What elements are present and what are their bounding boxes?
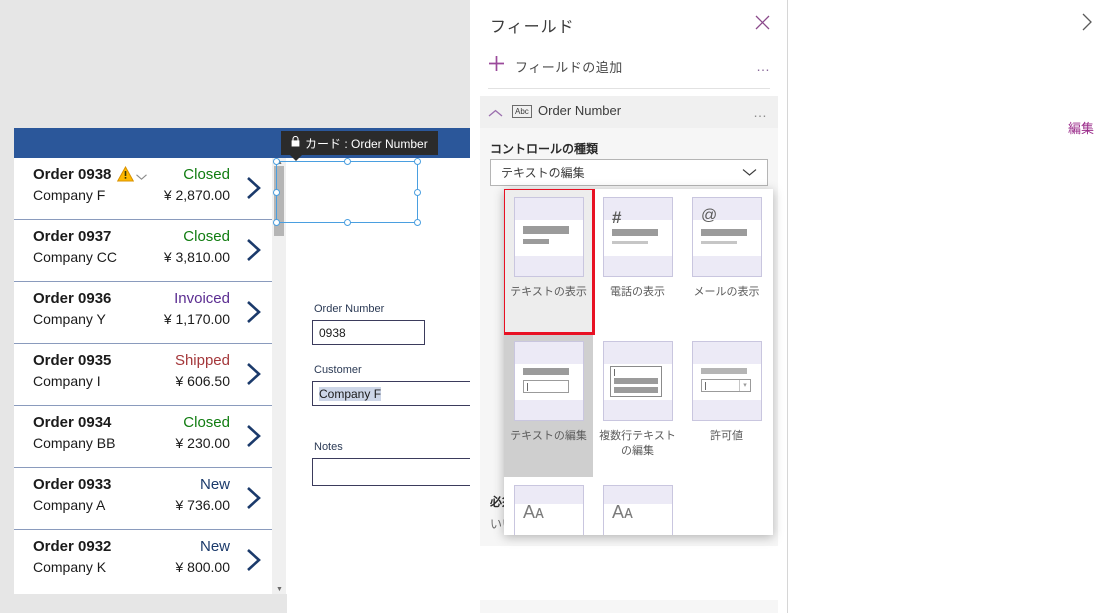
order-row[interactable]: Order 0938 Company F Closed ¥ 2,870.00 (14, 158, 272, 220)
option-thumbnail: Aᴀ (514, 485, 584, 535)
abc-icon: Abc (512, 105, 532, 118)
order-row[interactable]: Order 0933 Company A New ¥ 736.00 (14, 468, 272, 530)
option-label: テキストの編集 (510, 430, 587, 442)
order-amount: ¥ 2,870.00 (163, 187, 230, 203)
resize-handle-se[interactable] (414, 219, 421, 226)
scroll-down-icon[interactable]: ▼ (276, 586, 283, 593)
chevron-right-icon[interactable] (244, 299, 264, 325)
orders-gallery[interactable]: Order 0938 Company F Closed ¥ 2,870.00 Order… (14, 158, 272, 594)
control-option-text-edit[interactable]: テキストの編集 (504, 333, 593, 477)
form-label-order-number: Order Number (314, 303, 385, 315)
fields-panel-divider (488, 88, 770, 89)
option-thumbnail: Aᴀ (603, 485, 673, 535)
selection-frame[interactable] (273, 158, 421, 226)
order-row[interactable]: Order 0934 Company BB Closed ¥ 230.00 (14, 406, 272, 468)
chevron-right-icon[interactable] (244, 175, 264, 201)
edit-form[interactable]: Order Number 0938 Order S Closed Custome… (287, 286, 606, 613)
warning-icon (116, 165, 135, 187)
field-edit-link[interactable]: 編集 (1068, 118, 1094, 137)
form-value-customer: Company F (319, 387, 382, 401)
order-amount: ¥ 3,810.00 (163, 249, 230, 265)
order-status: Closed (183, 166, 230, 183)
order-row[interactable]: Order 0937 Company CC Closed ¥ 3,810.00 (14, 220, 272, 282)
control-option-combo-box[interactable]: ▾ 許可値 (682, 333, 771, 477)
order-amount: ¥ 1,170.00 (163, 311, 230, 327)
option-thumbnail: ▾ (692, 341, 762, 421)
order-status: New (199, 538, 230, 555)
option-thumbnail: @ (692, 197, 762, 277)
fields-panel-title: フィールド (490, 19, 575, 36)
order-row[interactable]: Order 0932 Company K New ¥ 800.00 (14, 530, 272, 592)
control-option-partial-0[interactable]: Aᴀ (504, 477, 593, 535)
order-status: Closed (183, 414, 230, 431)
control-option-multiline-edit[interactable]: 複数行テキストの編集 (593, 333, 682, 477)
field-card-name: Order Number (538, 103, 622, 118)
resize-handle-n[interactable] (344, 158, 351, 165)
form-label-customer: Customer (314, 364, 362, 376)
option-thumbnail (514, 197, 584, 277)
chevron-right-icon[interactable] (244, 423, 264, 449)
chevron-up-icon[interactable] (488, 105, 503, 123)
control-option-text-display[interactable]: テキストの表示 (504, 189, 595, 335)
order-status: Shipped (174, 352, 230, 369)
order-warning[interactable] (116, 165, 148, 187)
resize-handle-s[interactable] (344, 219, 351, 226)
option-thumbnail (603, 341, 673, 421)
card-tooltip-label: カード : Order Number (305, 136, 428, 151)
add-field-label: フィールドの追加 (515, 59, 623, 75)
canvas-area: d Or Order 0938Company FClosed¥ 2,870.00… (0, 0, 606, 613)
field-card-next[interactable] (480, 600, 778, 613)
form-label-notes: Notes (314, 441, 343, 453)
resize-handle-nw[interactable] (273, 158, 280, 165)
order-amount: ¥ 800.00 (175, 559, 231, 575)
properties-panel: カード Order Number_DataCard1 プロパティ 詳細設定 アイ… (788, 0, 1108, 613)
control-option-partial-1[interactable]: Aᴀ (593, 477, 682, 535)
lock-icon (291, 135, 300, 150)
option-label: 複数行テキストの編集 (599, 430, 676, 457)
control-type-dropdown-popup[interactable]: テキストの表示 # 電話の表示 @ メールの表示テキストの編集 複数行テキストの編集 ▾ 許可… (504, 189, 773, 535)
add-field-more-icon[interactable]: … (756, 58, 771, 74)
order-status: Invoiced (174, 290, 230, 307)
font-size-icon: Aᴀ (523, 502, 544, 522)
control-type-select[interactable]: テキストの編集 (490, 159, 768, 186)
field-card-more-icon[interactable]: … (753, 104, 768, 120)
option-label: テキストの表示 (510, 286, 587, 298)
control-option-email-display[interactable]: @ メールの表示 (682, 189, 771, 333)
option-thumbnail (514, 341, 584, 421)
resize-handle-e[interactable] (414, 189, 421, 196)
chevron-right-icon[interactable] (244, 237, 264, 263)
chevron-right-icon[interactable] (1081, 12, 1094, 37)
order-row[interactable]: Order 0936 Company Y Invoiced ¥ 1,170.00 (14, 282, 272, 344)
order-amount: ¥ 606.50 (175, 373, 231, 389)
chevron-down-icon (742, 166, 757, 180)
order-amount: ¥ 736.00 (175, 497, 231, 513)
resize-handle-w[interactable] (273, 189, 280, 196)
field-card-header[interactable]: Abc Order Number … (480, 96, 778, 128)
order-amount: ¥ 230.00 (175, 435, 231, 451)
order-status: New (199, 476, 230, 493)
power-apps-studio: d Or Order 0938Company FClosed¥ 2,870.00… (0, 0, 1108, 613)
chevron-right-icon[interactable] (244, 485, 264, 511)
plus-icon (488, 55, 505, 77)
resize-handle-ne[interactable] (414, 158, 421, 165)
chevron-right-icon[interactable] (244, 547, 264, 573)
chevron-down-icon[interactable] (135, 168, 148, 186)
order-row[interactable]: Order 0935 Company I Shipped ¥ 606.50 (14, 344, 272, 406)
resize-handle-sw[interactable] (273, 219, 280, 226)
order-status: Closed (183, 228, 230, 245)
form-input-order-number[interactable]: 0938 (312, 320, 425, 345)
add-field-button[interactable]: フィールドの追加 (488, 55, 623, 77)
control-type-label: コントロールの種類 (490, 142, 599, 156)
chevron-right-icon[interactable] (244, 361, 264, 387)
control-option-phone-display[interactable]: # 電話の表示 (593, 189, 682, 333)
option-label: 電話の表示 (610, 286, 665, 298)
control-type-value: テキストの編集 (501, 166, 585, 180)
font-size-icon: Aᴀ (612, 502, 633, 522)
option-label: メールの表示 (693, 286, 760, 298)
card-selection-tooltip: カード : Order Number (281, 131, 438, 161)
option-thumbnail: # (603, 197, 673, 277)
option-label: 許可値 (710, 430, 743, 442)
close-icon[interactable] (754, 14, 771, 36)
